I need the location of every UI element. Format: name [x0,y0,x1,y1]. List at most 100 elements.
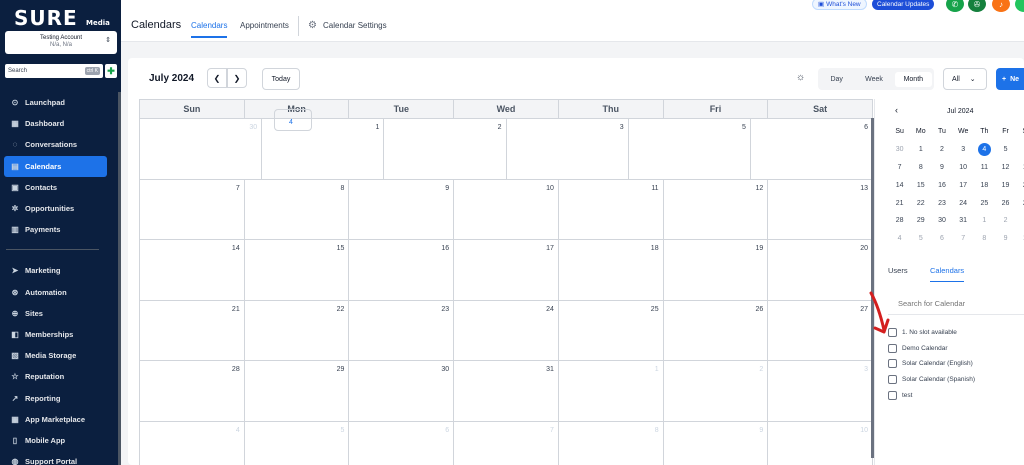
day-cell[interactable]: 13 [768,178,874,239]
list-item[interactable]: 1. No slot available [888,325,975,341]
sidebar-item-support-portal[interactable]: ◍ Support Portal [0,451,121,465]
day-cell[interactable]: 3 [768,360,874,421]
mini-day[interactable]: 3 [1016,217,1024,224]
whats-new-button[interactable]: ▣ What's New [812,0,867,10]
calendar-settings-link[interactable]: Calendar Settings [323,21,387,36]
day-cell[interactable]: 3 [506,118,629,179]
day-cell[interactable]: 23 [349,299,455,360]
mini-day[interactable]: 20 [1016,182,1024,189]
brand-logo[interactable]: SURE Media [0,0,121,30]
sidebar-item-memberships[interactable]: ◧ Memberships [0,324,121,345]
day-cell[interactable]: 5 [244,420,350,465]
day-cell[interactable]: 9 [663,420,769,465]
sidebar-item-reporting[interactable]: ↗ Reporting [0,387,121,408]
day-cell[interactable]: 11 [558,178,664,239]
mini-day[interactable]: 11 [974,164,995,171]
day-cell[interactable]: 5 [628,118,751,179]
mini-day[interactable]: 8 [910,164,931,171]
mini-day[interactable]: 26 [995,200,1016,207]
sidebar-scrollbar[interactable] [118,92,121,465]
mini-day[interactable]: 24 [953,200,974,207]
day-cell[interactable]: 7 [140,178,245,239]
day-cell[interactable]: 2 [384,118,507,179]
list-item[interactable]: Solar Calendar (Spanish) [888,372,975,388]
mini-day[interactable]: 4 [974,143,995,157]
day-cell[interactable]: 14 [140,239,245,300]
day-cell[interactable]: 1 [558,360,664,421]
sidebar-item-opportunities[interactable]: ✲ Opportunities [0,198,121,219]
tab-users[interactable]: Users [888,266,908,281]
day-cell[interactable]: 10 [768,420,874,465]
sidebar-item-sites[interactable]: ⊕ Sites [0,303,121,324]
avatar[interactable] [1015,0,1024,12]
chevron-left-icon[interactable]: ‹ [895,105,898,115]
mini-day[interactable]: 9 [931,164,952,171]
day-cell[interactable]: 2 [663,360,769,421]
lightbulb-icon[interactable]: ☼ [796,72,805,83]
day-cell[interactable]: 4 [274,109,312,131]
mini-day[interactable]: 2 [931,146,952,153]
today-button[interactable]: Today [262,68,300,90]
sidebar-item-dashboard[interactable]: ▦ Dashboard [0,113,121,134]
list-item[interactable]: Solar Calendar (English) [888,356,975,372]
sidebar-item-mobile-app[interactable]: ▯ Mobile App [0,430,121,451]
mini-day[interactable]: 17 [953,182,974,189]
mini-day[interactable]: 8 [974,235,995,242]
calendar-updates-button[interactable]: Calendar Updates [872,0,935,10]
mini-day[interactable]: 31 [953,217,974,224]
sidebar-item-automation[interactable]: ⊛ Automation [0,282,121,303]
day-cell[interactable]: 8 [244,178,350,239]
day-cell[interactable]: 29 [244,360,350,421]
mini-day[interactable]: 30 [889,146,910,153]
view-week-button[interactable]: Week [855,76,892,83]
view-day-button[interactable]: Day [818,76,855,83]
calendar-checkbox[interactable] [888,359,897,369]
day-cell[interactable]: 6 [349,420,455,465]
calendar-filter-select[interactable]: All ⌄ [943,68,987,90]
mini-day[interactable]: 18 [974,182,995,189]
sidebar-item-conversations[interactable]: ◌ Conversations [0,134,121,155]
phone-icon[interactable]: ✆ [946,0,964,12]
day-cell[interactable]: 8 [558,420,664,465]
day-cell[interactable]: 16 [349,239,455,300]
calendar-checkbox[interactable] [888,343,897,353]
mini-day[interactable]: 19 [995,182,1016,189]
sidebar-item-launchpad[interactable]: ⊙ Launchpad [0,92,121,113]
day-cell[interactable]: 19 [663,239,769,300]
mini-day[interactable]: 1 [910,146,931,153]
mini-day[interactable]: 7 [889,164,910,171]
view-month-button[interactable]: Month [894,71,932,87]
mini-day[interactable]: 12 [995,164,1016,171]
mini-day[interactable]: 5 [910,235,931,242]
list-item[interactable]: Demo Calendar [888,341,975,357]
mini-day[interactable]: 14 [889,182,910,189]
mini-day[interactable]: 29 [910,217,931,224]
mini-day[interactable]: 7 [953,235,974,242]
mini-day[interactable]: 5 [995,146,1016,153]
day-cell[interactable]: 6 [750,118,874,179]
sidebar-item-reputation[interactable]: ☆ Reputation [0,366,121,387]
gear-icon[interactable]: ⚙ [308,20,317,31]
megaphone-icon[interactable]: ✇ [968,0,986,12]
mini-day[interactable]: 16 [931,182,952,189]
mini-day[interactable]: 30 [931,217,952,224]
tab-side-calendars[interactable]: Calendars [930,266,965,282]
sidebar-item-calendars[interactable]: ▤ Calendars [4,155,107,177]
mini-day[interactable]: 23 [931,200,952,207]
mini-day[interactable]: 13 [1016,164,1024,171]
quick-add-button[interactable]: ✚ [105,64,117,78]
day-cell[interactable]: 30 [349,360,455,421]
day-cell[interactable]: 7 [454,420,559,465]
day-cell[interactable]: 20 [768,239,874,300]
mini-day[interactable]: 21 [889,200,910,207]
mini-day[interactable]: 25 [974,200,995,207]
day-cell[interactable]: 21 [140,299,245,360]
day-cell[interactable]: 25 [558,299,664,360]
mini-day[interactable]: 6 [931,235,952,242]
mini-day[interactable]: 3 [953,146,974,153]
mini-day[interactable]: 28 [889,217,910,224]
day-cell[interactable]: 15 [244,239,350,300]
mini-day[interactable]: 6 [1016,146,1024,153]
day-cell[interactable]: 22 [244,299,350,360]
list-item[interactable]: test [888,387,975,403]
